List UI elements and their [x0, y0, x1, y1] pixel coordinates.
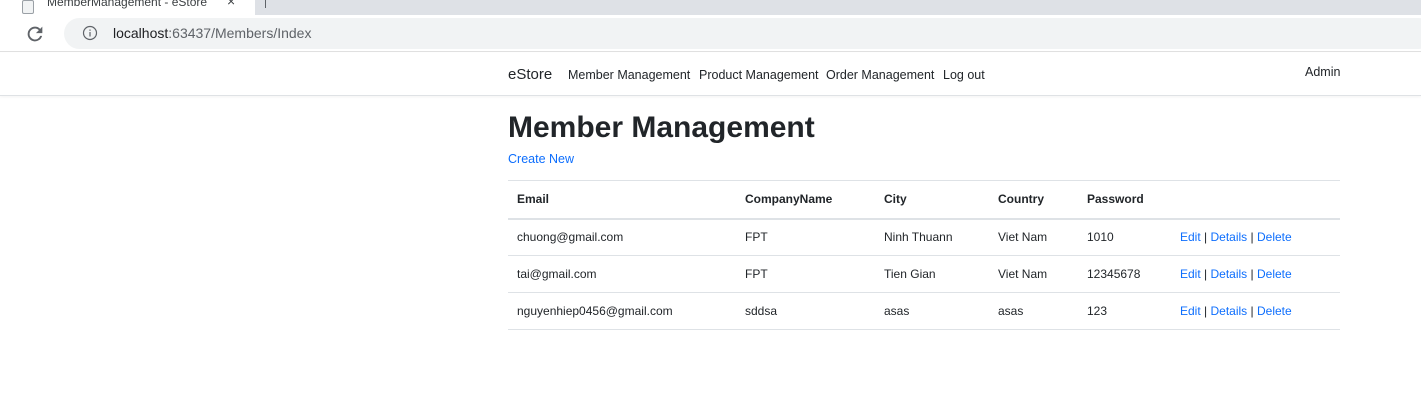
cell-company: sddsa [736, 292, 875, 330]
cell-actions: Edit | Details | Delete [1171, 255, 1340, 293]
action-separator: | [1250, 304, 1254, 318]
browser-tab[interactable]: MemberManagement - eStore × [0, 0, 255, 15]
address-url[interactable]: localhost:63437/Members/Index [113, 25, 311, 42]
nav-member-management[interactable]: Member Management [568, 68, 690, 83]
info-icon[interactable] [82, 25, 98, 41]
action-separator: | [1204, 230, 1208, 245]
delete-link[interactable]: Delete [1257, 304, 1292, 318]
cell-country: asas [989, 292, 1078, 330]
action-separator: | [1204, 267, 1208, 281]
edit-link[interactable]: Edit [1180, 230, 1201, 244]
table-header-row: Email CompanyName City Country Password [508, 180, 1340, 220]
reload-icon[interactable] [24, 23, 46, 45]
cell-email: nguyenhiep0456@gmail.com [508, 292, 736, 330]
cell-country: Viet Nam [989, 255, 1078, 293]
cell-email: chuong@gmail.com [508, 218, 736, 256]
cell-city: asas [875, 292, 989, 330]
tab-title: MemberManagement - eStore [47, 0, 208, 9]
header-company: CompanyName [736, 180, 875, 220]
table-row: nguyenhiep0456@gmail.com sddsa asas asas… [508, 292, 1340, 330]
nav-product-management[interactable]: Product Management [699, 68, 819, 83]
browser-tabstrip: MemberManagement - eStore × [0, 0, 1421, 15]
table-row: chuong@gmail.com FPT Ninh Thuann Viet Na… [508, 218, 1340, 256]
details-link[interactable]: Details [1211, 230, 1248, 244]
url-host: localhost [113, 25, 169, 41]
page-title: Member Management [508, 111, 815, 144]
delete-link[interactable]: Delete [1257, 230, 1292, 244]
edit-link[interactable]: Edit [1180, 267, 1201, 281]
cell-city: Ninh Thuann [875, 218, 989, 256]
cell-password: 12345678 [1078, 255, 1171, 293]
action-separator: | [1250, 230, 1254, 245]
create-new-link[interactable]: Create New [508, 152, 574, 167]
action-separator: | [1250, 267, 1254, 281]
table-row: tai@gmail.com FPT Tien Gian Viet Nam 123… [508, 255, 1340, 293]
page-icon [22, 0, 34, 14]
cell-actions: Edit | Details | Delete [1171, 218, 1340, 256]
tab-divider [265, 0, 266, 8]
header-actions [1171, 180, 1340, 220]
cell-email: tai@gmail.com [508, 255, 736, 293]
url-path: :63437/Members/Index [168, 25, 312, 41]
cell-actions: Edit | Details | Delete [1171, 292, 1340, 330]
user-name: Admin [1305, 65, 1341, 79]
cell-company: FPT [736, 218, 875, 256]
close-icon[interactable]: × [227, 0, 235, 8]
action-separator: | [1204, 304, 1208, 318]
cell-password: 123 [1078, 292, 1171, 330]
header-password: Password [1078, 180, 1171, 220]
members-table: Email CompanyName City Country Password … [508, 180, 1340, 330]
details-link[interactable]: Details [1211, 304, 1248, 318]
brand-link[interactable]: eStore [508, 66, 552, 84]
header-country: Country [989, 180, 1078, 220]
delete-link[interactable]: Delete [1257, 267, 1292, 281]
cell-city: Tien Gian [875, 255, 989, 293]
nav-order-management[interactable]: Order Management [826, 68, 934, 83]
details-link[interactable]: Details [1211, 267, 1248, 281]
cell-company: FPT [736, 255, 875, 293]
cell-password: 1010 [1078, 218, 1171, 256]
header-email: Email [508, 180, 736, 220]
site-navbar: eStore Member Management Product Managem… [0, 53, 1421, 96]
edit-link[interactable]: Edit [1180, 304, 1201, 318]
cell-country: Viet Nam [989, 218, 1078, 256]
header-city: City [875, 180, 989, 220]
nav-logout[interactable]: Log out [943, 68, 985, 83]
